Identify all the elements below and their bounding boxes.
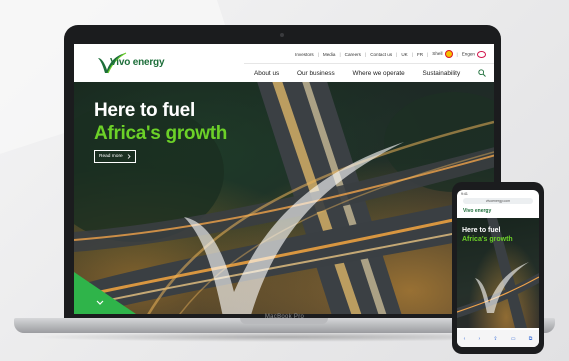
phone-toolbar: ‹ › ⇪ ▭ ⧉ [457, 330, 539, 347]
tabs-icon[interactable]: ⧉ [529, 336, 533, 342]
read-more-label: Read more [99, 154, 123, 159]
link-engen[interactable]: Engen [462, 50, 486, 58]
hero-title-line1: Here to fuel [94, 100, 195, 121]
link-investors[interactable]: Investors [295, 52, 314, 57]
top-links: Investors | Media | Careers | Contact us | U… [295, 50, 486, 58]
back-icon[interactable]: ‹ [464, 336, 466, 342]
phone-screen: 9:41 vivoenergy.com Vivo energy Here to … [457, 190, 539, 347]
share-icon[interactable]: ⇪ [493, 336, 497, 342]
read-more-button[interactable]: Read more [94, 150, 136, 163]
phone-hero-line2: Africa's growth [462, 236, 513, 243]
bookmarks-icon[interactable]: ▭ [511, 336, 516, 342]
link-media[interactable]: Media [323, 52, 336, 57]
shell-logo-icon [444, 50, 453, 58]
scroll-down-button[interactable] [74, 272, 136, 314]
nav-where-we-operate[interactable]: Where we operate [352, 70, 404, 77]
engen-logo-icon [477, 50, 486, 58]
link-shell[interactable]: Shell [432, 50, 453, 58]
lang-uk[interactable]: UK [401, 52, 407, 57]
lang-fr[interactable]: FR [417, 52, 423, 57]
phone-hero-line1: Here to fuel [462, 227, 501, 234]
phone-hero-title: Here to fuel Africa's growth [462, 226, 513, 244]
forward-icon[interactable]: › [479, 336, 481, 342]
hero-title: Here to fuel Africa's growth [94, 99, 227, 145]
nav-about-us[interactable]: About us [254, 70, 279, 77]
header-divider [244, 63, 494, 64]
phone-hero: Here to fuel Africa's growth [457, 218, 539, 328]
laptop-screen: Vivo energy Investors | Media | Careers | C… [74, 44, 494, 314]
nav-sustainability[interactable]: Sustainability [423, 70, 461, 77]
phone-status-time: 9:41 [461, 192, 468, 196]
nav-our-business[interactable]: Our business [297, 70, 335, 77]
hero-banner: Here to fuel Africa's growth Read more [74, 82, 494, 314]
logo-text[interactable]: Vivo energy [110, 57, 165, 68]
site-header: Vivo energy Investors | Media | Careers | C… [74, 44, 494, 82]
main-nav: About us Our business Where we operate S… [254, 68, 486, 78]
hero-title-line2: Africa's growth [94, 123, 228, 144]
phone-url-bar[interactable]: vivoenergy.com [463, 198, 533, 204]
scroll-down-shape [74, 272, 136, 314]
chevron-right-icon [127, 154, 131, 159]
chevron-down-icon [96, 300, 104, 305]
laptop-camera [280, 33, 284, 37]
phone-logo[interactable]: Vivo energy [463, 208, 491, 214]
link-contact[interactable]: Contact us [370, 52, 392, 57]
link-careers[interactable]: Careers [345, 52, 361, 57]
search-icon[interactable] [478, 69, 486, 77]
